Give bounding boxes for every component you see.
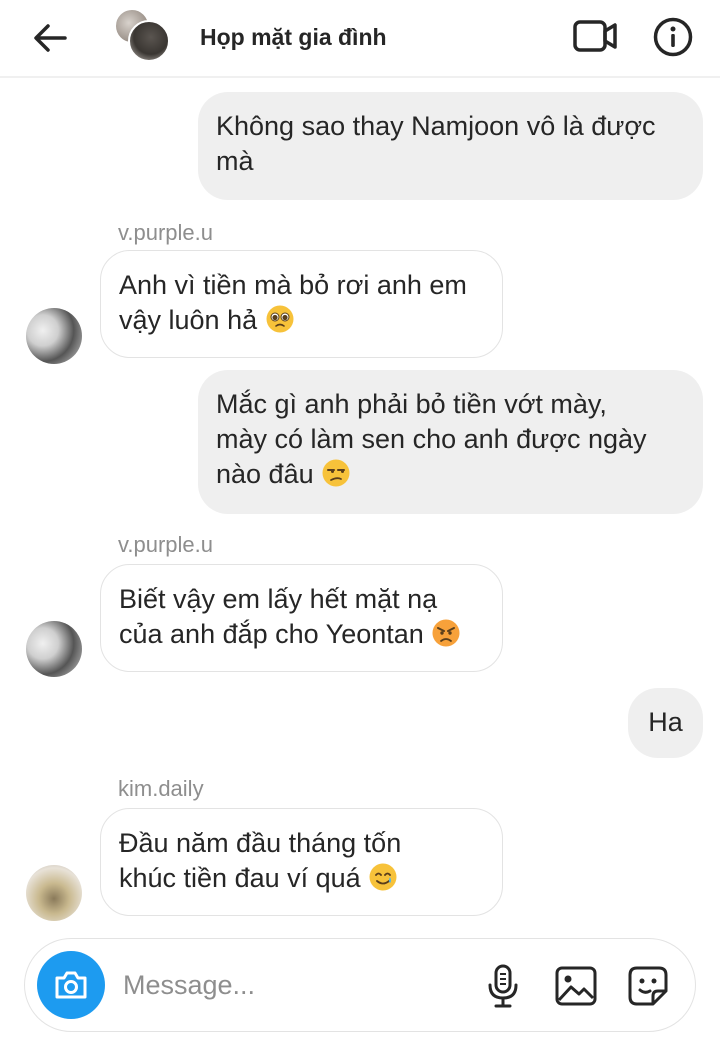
sender-avatar[interactable]: [26, 308, 82, 364]
incoming-message-bubble[interactable]: Đầu năm đầu tháng tốn khúc tiền đau ví q…: [100, 808, 503, 916]
member-avatar: [128, 20, 170, 62]
message-line: vậy luôn hả: [119, 303, 484, 338]
sender-avatar[interactable]: [26, 865, 82, 921]
camera-button[interactable]: [37, 951, 105, 1019]
sender-name: v.purple.u: [118, 220, 213, 245]
message-line: mà: [216, 146, 254, 176]
message-line: Ha: [648, 707, 683, 737]
incoming-message-bubble[interactable]: Anh vì tiền mà bỏ rơi anh em vậy luôn hả: [100, 250, 503, 358]
message-composer: [24, 938, 696, 1032]
message-line: Không sao thay Namjoon vô là được: [216, 111, 656, 141]
message-line: Mắc gì anh phải bỏ tiền vớt mày,: [216, 389, 607, 419]
camera-icon: [55, 971, 87, 999]
outgoing-message-bubble[interactable]: Mắc gì anh phải bỏ tiền vớt mày, mày có …: [198, 370, 703, 514]
gallery-button[interactable]: [553, 963, 599, 1009]
group-avatar[interactable]: [114, 8, 172, 66]
outgoing-message-bubble[interactable]: Ha: [628, 688, 703, 758]
sender-avatar[interactable]: [26, 621, 82, 677]
info-icon: [653, 17, 693, 57]
sticker-icon: [628, 966, 668, 1006]
arrow-left-icon: [34, 24, 67, 52]
back-button[interactable]: [30, 18, 70, 58]
message-line: Biết vậy em lấy hết mặt nạ: [119, 584, 438, 614]
video-camera-icon: [573, 20, 617, 52]
microphone-icon: [488, 964, 518, 1008]
conversation-title[interactable]: Họp mặt gia đình: [200, 24, 387, 51]
angry-face-icon: [432, 619, 460, 647]
pleading-face-icon: [266, 305, 294, 333]
unamused-face-icon: [322, 459, 350, 487]
sender-name: v.purple.u: [118, 532, 213, 557]
video-call-button[interactable]: [572, 16, 618, 56]
message-line: của anh đắp cho Yeontan: [119, 617, 484, 652]
smiling-face-with-tear-icon: [369, 863, 397, 891]
sender-name: kim.daily: [118, 776, 204, 801]
incoming-message-bubble[interactable]: Biết vậy em lấy hết mặt nạ của anh đắp c…: [100, 564, 503, 672]
message-line: Đầu năm đầu tháng tốn: [119, 828, 402, 858]
message-list[interactable]: Không sao thay Namjoon vô là được mà v.p…: [0, 80, 720, 930]
sticker-button[interactable]: [625, 963, 671, 1009]
message-line: mày có làm sen cho anh được ngày: [216, 424, 647, 454]
gallery-icon: [555, 966, 597, 1006]
info-button[interactable]: [652, 16, 694, 58]
message-line: nào đâu: [216, 457, 685, 492]
message-line: Anh vì tiền mà bỏ rơi anh em: [119, 270, 467, 300]
voice-message-button[interactable]: [483, 963, 523, 1009]
chat-header: Họp mặt gia đình: [0, 0, 720, 78]
message-input[interactable]: [123, 963, 463, 1007]
message-line: khúc tiền đau ví quá: [119, 861, 484, 896]
outgoing-message-bubble[interactable]: Không sao thay Namjoon vô là được mà: [198, 92, 703, 200]
